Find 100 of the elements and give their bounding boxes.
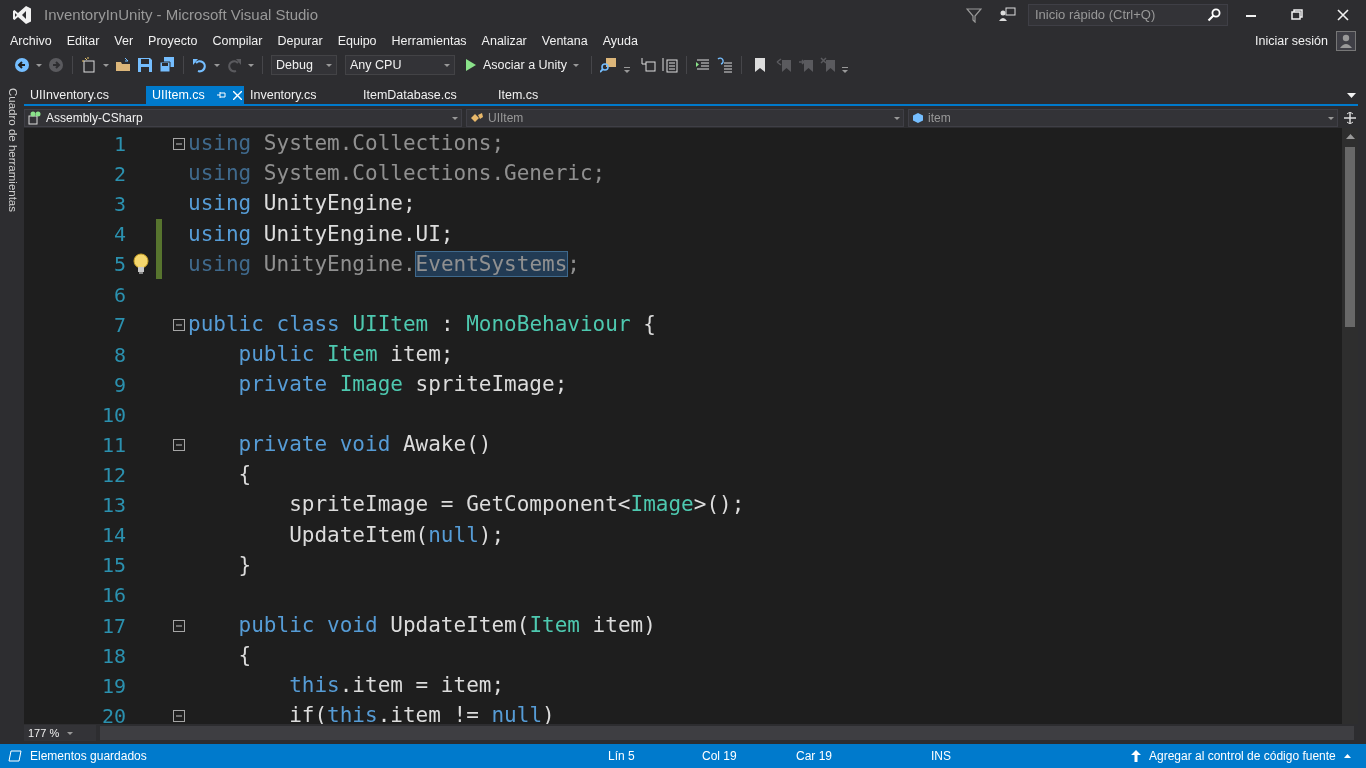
menu-item[interactable]: Herramientas bbox=[385, 31, 473, 51]
play-icon bbox=[465, 58, 477, 72]
outdent-icon[interactable] bbox=[717, 57, 734, 73]
pin-icon[interactable] bbox=[216, 91, 227, 99]
menu-item[interactable]: Archivo bbox=[4, 31, 58, 51]
save-icon[interactable] bbox=[137, 57, 153, 73]
overflow-caret-icon[interactable] bbox=[624, 67, 631, 73]
filter-icon[interactable] bbox=[966, 7, 982, 23]
tab-list-dropdown-icon[interactable] bbox=[1347, 93, 1356, 98]
line-number: 5 bbox=[112, 251, 126, 279]
indent-icon[interactable] bbox=[695, 57, 712, 73]
dropdown-caret-icon bbox=[894, 116, 900, 120]
field-icon bbox=[912, 112, 924, 124]
menu-item[interactable]: Ayuda bbox=[596, 31, 644, 51]
code-line: using UnityEngine.UI; bbox=[188, 220, 454, 248]
user-avatar-icon[interactable] bbox=[1336, 31, 1356, 51]
open-folder-icon[interactable] bbox=[115, 57, 131, 73]
file-tab[interactable]: UIItem.cs bbox=[146, 86, 244, 104]
scroll-up-icon[interactable] bbox=[1345, 134, 1355, 139]
dropdown-caret-icon bbox=[573, 63, 580, 67]
line-number: 19 bbox=[100, 672, 126, 700]
code-line: spriteImage = GetComponent<Image>(); bbox=[288, 491, 745, 519]
code-line: this.item = item; bbox=[288, 672, 505, 699]
code-line: private void Awake() bbox=[237, 431, 492, 459]
menu-item[interactable]: Compilar bbox=[206, 31, 269, 51]
up-arrow-icon bbox=[1131, 750, 1141, 762]
dropdown-caret-icon[interactable] bbox=[214, 63, 220, 67]
menu-item[interactable]: Equipo bbox=[331, 31, 383, 51]
status-message: Elementos guardados bbox=[30, 748, 148, 765]
status-message-icon bbox=[8, 750, 22, 762]
attach-button[interactable]: Asociar a Unity bbox=[461, 55, 584, 75]
dropdown-caret-icon[interactable] bbox=[36, 63, 42, 67]
line-number: 10 bbox=[100, 401, 126, 429]
bookmark-icon[interactable] bbox=[754, 57, 767, 73]
menu-item[interactable]: Ventana bbox=[535, 31, 594, 51]
insert-mode: INS bbox=[931, 748, 952, 765]
zoom-dropdown[interactable]: 177 % bbox=[24, 725, 96, 741]
file-tab[interactable]: ItemDatabase.cs bbox=[357, 86, 492, 104]
split-window-icon[interactable] bbox=[1344, 112, 1356, 124]
type-dropdown[interactable]: UIItem bbox=[466, 109, 904, 127]
menu-item[interactable]: Depurar bbox=[271, 31, 329, 51]
source-control-button[interactable]: Agregar al control de código fuente bbox=[1131, 747, 1351, 765]
char-indicator: Car 19 bbox=[796, 748, 834, 765]
find-in-files-icon[interactable] bbox=[600, 57, 619, 73]
lightbulb-icon[interactable] bbox=[133, 253, 149, 276]
member-dropdown[interactable]: item bbox=[908, 109, 1338, 127]
csharp-project-icon bbox=[28, 111, 42, 125]
menu-item[interactable]: Editar bbox=[60, 31, 106, 51]
collapse-icon[interactable] bbox=[173, 619, 185, 632]
line-number: 13 bbox=[100, 492, 126, 520]
line-number: 14 bbox=[100, 522, 126, 550]
code-line: public void UpdateItem(Item item) bbox=[237, 611, 656, 639]
sign-in-link[interactable]: Iniciar sesión bbox=[1255, 31, 1328, 51]
quick-launch-field[interactable]: Inicio rápido (Ctrl+Q) bbox=[1028, 4, 1228, 26]
code-line: public Item item; bbox=[237, 340, 454, 368]
class-icon bbox=[470, 112, 484, 124]
line-number: 9 bbox=[112, 371, 126, 399]
code-line: { bbox=[237, 461, 252, 489]
line-number: 18 bbox=[100, 642, 126, 670]
file-tab[interactable]: UIInventory.cs bbox=[24, 86, 146, 104]
code-line: using System.Collections; bbox=[188, 130, 505, 158]
line-number: 11 bbox=[100, 432, 126, 459]
scrollbar-thumb[interactable] bbox=[1345, 147, 1355, 327]
file-tab[interactable]: Inventory.cs bbox=[244, 86, 357, 104]
collapse-icon[interactable] bbox=[173, 709, 185, 722]
caret-icon bbox=[1343, 754, 1351, 758]
file-tab[interactable]: Item.cs bbox=[492, 86, 592, 104]
collapse-icon[interactable] bbox=[173, 439, 185, 451]
collapse-icon[interactable] bbox=[173, 318, 185, 331]
dropdown-caret-icon bbox=[1328, 116, 1334, 120]
column-indicator: Col 19 bbox=[702, 748, 738, 765]
line-number: 12 bbox=[100, 462, 126, 490]
line-number: 17 bbox=[100, 612, 126, 640]
feedback-icon[interactable] bbox=[998, 7, 1016, 23]
menu-item[interactable]: Analizar bbox=[475, 31, 533, 51]
save-all-icon[interactable] bbox=[159, 57, 175, 73]
search-icon bbox=[1207, 8, 1221, 22]
code-line: } bbox=[237, 551, 252, 579]
step-in-icon[interactable] bbox=[640, 57, 657, 73]
configuration-dropdown[interactable]: Debug bbox=[271, 55, 337, 75]
dropdown-caret-icon[interactable] bbox=[248, 63, 254, 67]
dropdown-caret-icon bbox=[444, 63, 450, 67]
menu-item[interactable]: Ver bbox=[108, 31, 140, 51]
close-icon[interactable] bbox=[232, 90, 242, 100]
toolbox-tab[interactable]: Cuadro de herramientas bbox=[3, 88, 21, 218]
new-project-icon[interactable] bbox=[81, 57, 97, 73]
collapse-icon[interactable] bbox=[173, 138, 185, 151]
document-outline-icon[interactable] bbox=[662, 57, 679, 73]
code-line: if(this.item != null) bbox=[288, 702, 555, 724]
dropdown-caret-icon[interactable] bbox=[103, 63, 109, 67]
overflow-caret-icon[interactable] bbox=[842, 67, 849, 73]
code-line: private Image spriteImage; bbox=[237, 371, 568, 399]
line-number: 4 bbox=[112, 221, 126, 249]
undo-icon[interactable] bbox=[192, 57, 208, 73]
line-number: 3 bbox=[112, 191, 126, 219]
code-line: using UnityEngine; bbox=[188, 190, 416, 218]
code-line: UpdateItem(null); bbox=[288, 521, 505, 549]
menu-item[interactable]: Proyecto bbox=[142, 31, 204, 51]
platform-dropdown[interactable]: Any CPU bbox=[345, 55, 455, 75]
project-dropdown[interactable]: Assembly-CSharp bbox=[24, 109, 462, 127]
